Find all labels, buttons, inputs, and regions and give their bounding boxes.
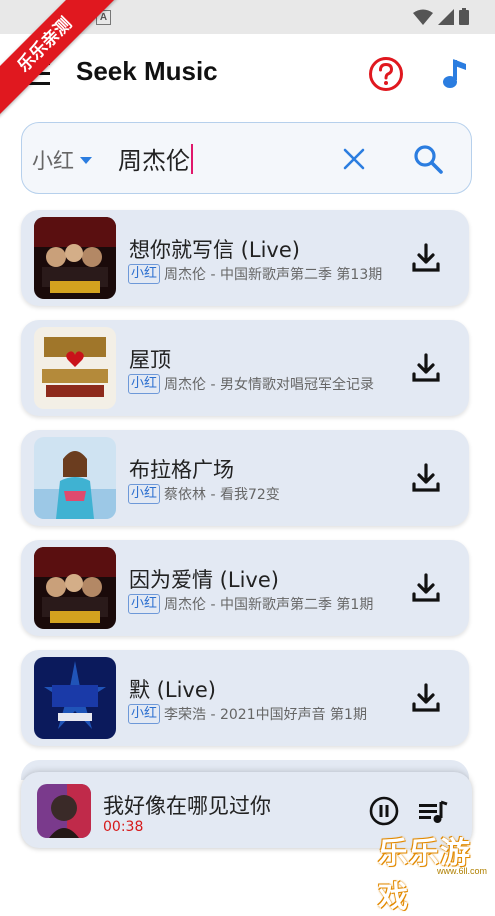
help-circle-icon[interactable] (368, 56, 404, 92)
search-input[interactable]: 周杰伦 (118, 141, 193, 176)
text-cursor (191, 143, 193, 174)
now-playing-title: 我好像在哪见过你 (103, 794, 271, 818)
ribbon-text: 乐乐亲测 (0, 0, 118, 118)
chevron-down-icon (80, 156, 92, 164)
wifi-icon (413, 9, 433, 25)
corner-ribbon: 乐乐亲测 (0, 0, 120, 120)
search-query-text: 周杰伦 (118, 147, 190, 175)
song-meta: 小红 蔡依林 - 看我72变 (128, 484, 280, 504)
artist-album: 蔡依林 - 看我72变 (164, 487, 280, 503)
source-badge: 小红 (128, 484, 161, 504)
now-playing-cover (37, 784, 91, 838)
download-icon[interactable] (409, 572, 443, 606)
search-box: 小红 周杰伦 (21, 122, 472, 194)
song-title: 屋顶 (129, 348, 171, 372)
song-item[interactable]: 因为爱情 (Live) 小红 周杰伦 - 中国新歌声第二季 第1期 (21, 540, 469, 636)
song-item[interactable]: 想你就写信 (Live) 小红 周杰伦 - 中国新歌声第二季 第13期 (21, 210, 469, 306)
song-meta: 小红 周杰伦 - 中国新歌声第二季 第1期 (128, 594, 373, 614)
artist-album: 周杰伦 - 男女情歌对唱冠军全记录 (164, 377, 374, 393)
source-badge: 小红 (128, 374, 161, 394)
download-icon[interactable] (409, 352, 443, 386)
song-title: 因为爱情 (Live) (129, 568, 279, 592)
close-icon[interactable] (342, 147, 366, 171)
song-title: 想你就写信 (Live) (129, 238, 300, 262)
song-item[interactable]: 布拉格广场 小红 蔡依林 - 看我72变 (21, 430, 469, 526)
artist-album: 李荣浩 - 2021中国好声音 第1期 (164, 707, 367, 723)
song-meta: 小红 周杰伦 - 中国新歌声第二季 第13期 (128, 264, 382, 284)
watermark-logo: 乐乐游戏 www.6ll.com (378, 826, 495, 915)
battery-icon (459, 8, 469, 25)
song-title: 默 (Live) (129, 678, 216, 702)
album-cover (34, 547, 116, 629)
album-cover (34, 437, 116, 519)
pause-icon[interactable] (369, 796, 399, 826)
song-meta: 小红 李荣浩 - 2021中国好声音 第1期 (128, 704, 367, 724)
song-item[interactable]: 默 (Live) 小红 李荣浩 - 2021中国好声音 第1期 (21, 650, 469, 746)
source-badge: 小红 (128, 264, 161, 284)
download-icon[interactable] (409, 682, 443, 716)
album-cover (34, 657, 116, 739)
artist-album: 周杰伦 - 中国新歌声第二季 第1期 (164, 597, 374, 613)
playlist-icon[interactable] (417, 798, 449, 828)
music-note-icon[interactable] (440, 56, 472, 92)
source-badge: 小红 (128, 594, 161, 614)
download-icon[interactable] (409, 242, 443, 276)
playback-time: 00:38 (103, 819, 144, 835)
status-icons (413, 8, 469, 25)
search-icon[interactable] (412, 143, 444, 175)
album-cover (34, 217, 116, 299)
artist-album: 周杰伦 - 中国新歌声第二季 第13期 (164, 267, 383, 283)
download-icon[interactable] (409, 462, 443, 496)
source-dropdown[interactable]: 小红 (32, 145, 92, 175)
source-badge: 小红 (128, 704, 161, 724)
song-meta: 小红 周杰伦 - 男女情歌对唱冠军全记录 (128, 374, 374, 394)
album-cover (34, 327, 116, 409)
signal-icon (438, 8, 454, 25)
source-label: 小红 (32, 149, 74, 173)
watermark-url: www.6ll.com (436, 866, 487, 876)
song-title: 布拉格广场 (129, 458, 234, 482)
song-item[interactable]: 屋顶 小红 周杰伦 - 男女情歌对唱冠军全记录 (21, 320, 469, 416)
